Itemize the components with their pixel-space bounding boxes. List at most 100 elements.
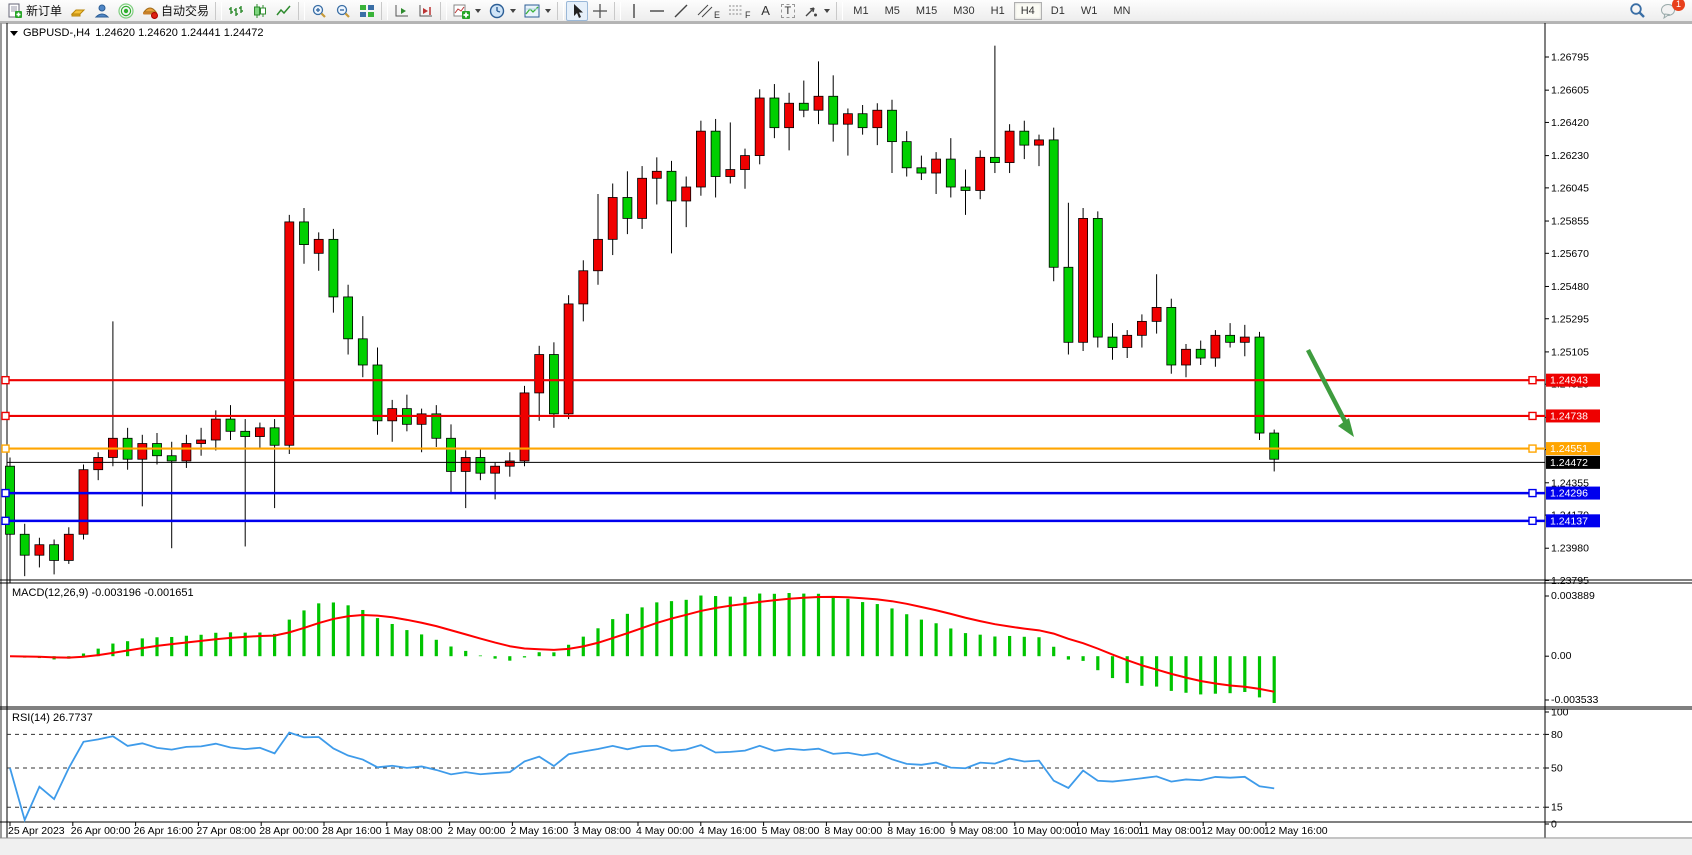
candle-body — [1064, 267, 1073, 342]
zoom-out-button[interactable] — [331, 1, 355, 21]
time-tick-label: 5 May 08:00 — [762, 825, 820, 837]
indicators-button[interactable] — [449, 1, 485, 21]
zoom-in-button[interactable] — [307, 1, 331, 21]
candle-body — [138, 444, 147, 460]
crosshair-button[interactable] — [588, 1, 612, 21]
candle-body — [755, 98, 764, 156]
new-order-icon — [7, 3, 23, 19]
candlestick-type-button[interactable] — [248, 1, 272, 21]
timeframe-m5[interactable]: M5 — [878, 2, 907, 20]
candle-body — [94, 457, 103, 469]
hline-handle[interactable] — [2, 490, 9, 497]
macd-indicator-label: MACD(12,26,9) -0.003196 -0.001651 — [12, 587, 194, 599]
candle-body — [197, 440, 206, 443]
trendline-button[interactable] — [669, 1, 693, 21]
text-button[interactable]: A — [755, 1, 777, 21]
templates-button[interactable] — [520, 1, 555, 21]
search-button[interactable] — [1625, 1, 1650, 21]
hline-handle[interactable] — [2, 517, 9, 524]
timeframe-mn[interactable]: MN — [1106, 2, 1137, 20]
time-tick-label: 2 May 00:00 — [448, 825, 506, 837]
chart-shift-button[interactable] — [414, 1, 438, 21]
line-chart-type-button[interactable] — [272, 1, 296, 21]
candle-body — [20, 534, 29, 555]
hline-handle[interactable] — [1529, 490, 1536, 497]
timeframe-w1[interactable]: W1 — [1074, 2, 1105, 20]
candle-body — [447, 438, 456, 471]
hline-handle[interactable] — [2, 445, 9, 452]
hline-handle[interactable] — [1529, 517, 1536, 524]
equidistant-channel-button[interactable]: E — [693, 1, 724, 21]
crosshair-icon — [592, 3, 608, 19]
rsi-tick-label: 50 — [1551, 763, 1563, 775]
price-tick-label: 1.25855 — [1551, 216, 1589, 228]
hline-handle[interactable] — [1529, 445, 1536, 452]
horizontal-line-button[interactable] — [645, 1, 669, 21]
candle-body — [785, 103, 794, 127]
candle-body — [505, 461, 514, 466]
auto-trading-button[interactable]: 自动交易 — [138, 1, 213, 21]
time-tick-label: 3 May 08:00 — [573, 825, 631, 837]
zoom-in-icon — [311, 3, 327, 19]
zoom-out-icon — [335, 3, 351, 19]
hline-price-label: 1.24943 — [1550, 375, 1588, 387]
timeframe-h1[interactable]: H1 — [984, 2, 1012, 20]
chart-menu-icon[interactable] — [10, 31, 18, 36]
candle-body — [329, 239, 338, 297]
candle-body — [932, 159, 941, 173]
price-tick-label: 1.26230 — [1551, 150, 1589, 162]
candle-body — [594, 239, 603, 270]
hline-handle[interactable] — [1529, 412, 1536, 419]
periods-button[interactable] — [485, 1, 520, 21]
cursor-icon — [570, 3, 584, 19]
time-tick-label: 12 May 16:00 — [1264, 825, 1328, 837]
candle-body — [799, 103, 808, 110]
candle — [1167, 299, 1176, 374]
toolbar-separator — [381, 2, 388, 20]
fibonacci-button[interactable]: F — [724, 1, 755, 21]
candle-body — [667, 171, 676, 201]
auto-scroll-button[interactable] — [390, 1, 414, 21]
hline-handle[interactable] — [1529, 377, 1536, 384]
tile-windows-button[interactable] — [355, 1, 379, 21]
timeframe-d1[interactable]: D1 — [1044, 2, 1072, 20]
candle-body — [35, 545, 44, 555]
new-order-button[interactable]: 新订单 — [3, 1, 66, 21]
hline-handle[interactable] — [2, 377, 9, 384]
channel-letter: E — [714, 10, 720, 20]
candle-body — [741, 156, 750, 170]
candle-body — [1182, 349, 1191, 365]
candle-body — [314, 239, 323, 253]
timeframe-m1[interactable]: M1 — [846, 2, 875, 20]
time-tick-label: 4 May 16:00 — [699, 825, 757, 837]
chart-canvas[interactable]: 1.267951.266051.264201.262301.260451.258… — [0, 0, 1692, 855]
profiles-button[interactable] — [90, 1, 114, 21]
chart-symbol: GBPUSD-,H4 — [23, 27, 90, 39]
timeframe-h4[interactable]: H4 — [1014, 2, 1042, 20]
candle-body — [255, 428, 264, 437]
trendline-icon — [673, 3, 689, 19]
toolbar-separator — [836, 2, 843, 20]
timeframe-m30[interactable]: M30 — [946, 2, 981, 20]
hline-handle[interactable] — [2, 412, 9, 419]
macd-tick-label: -0.003533 — [1551, 694, 1598, 706]
candle-body — [1093, 218, 1102, 337]
candle-body — [946, 159, 955, 187]
channel-icon — [697, 3, 713, 19]
new-chart-button[interactable] — [66, 1, 90, 21]
time-tick-label: 26 Apr 16:00 — [134, 825, 194, 837]
community-button[interactable]: 1 — [1656, 1, 1681, 21]
text-label-button[interactable]: T — [777, 1, 800, 21]
candle-body — [182, 444, 191, 461]
timeframe-m15[interactable]: M15 — [909, 2, 944, 20]
hline-price-label: 1.24296 — [1550, 488, 1588, 500]
candle-body — [461, 457, 470, 471]
cursor-button[interactable] — [566, 1, 588, 21]
alerts-button[interactable] — [114, 1, 138, 21]
candle-body — [491, 466, 500, 473]
chevron-down-icon — [545, 9, 551, 13]
arrows-button[interactable] — [799, 1, 834, 21]
vertical-line-button[interactable] — [623, 1, 645, 21]
bar-chart-type-button[interactable] — [224, 1, 248, 21]
notification-badge: 1 — [1672, 0, 1685, 11]
